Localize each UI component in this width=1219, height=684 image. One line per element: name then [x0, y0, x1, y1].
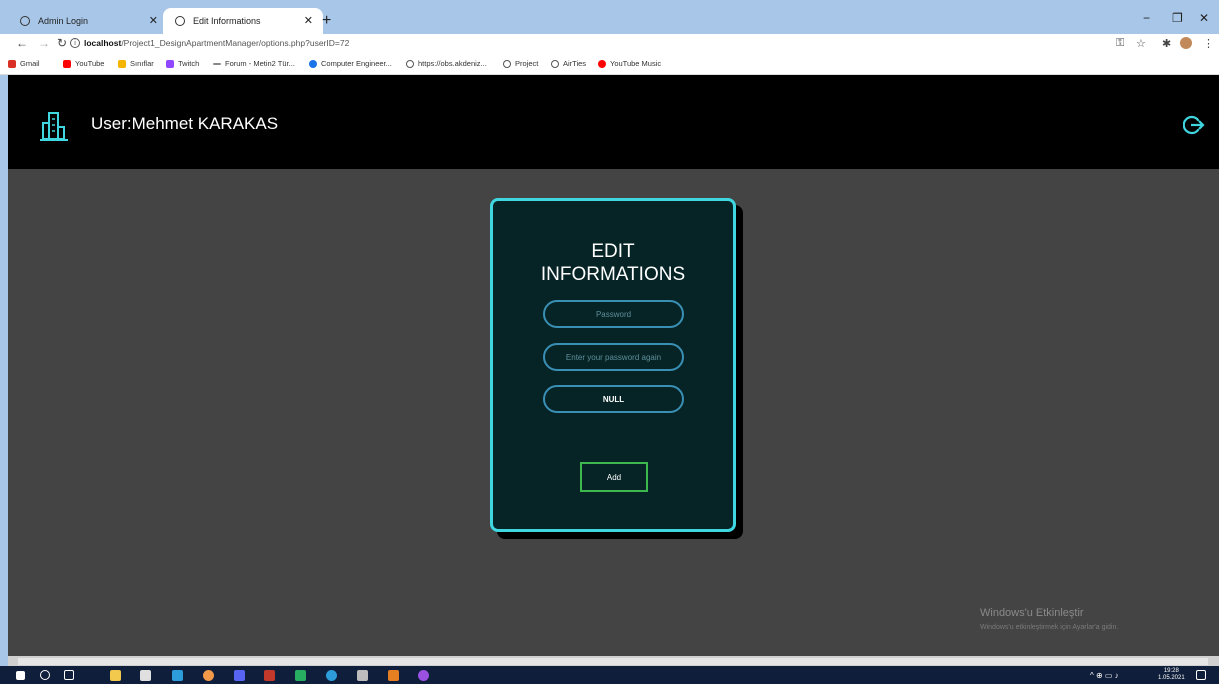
tab-edit-informations[interactable]: Edit Informations ✕ — [163, 8, 323, 34]
sublime-icon[interactable] — [388, 670, 399, 681]
restore-button[interactable]: ❐ — [1172, 11, 1183, 25]
youtube-music-icon — [598, 59, 606, 68]
globe-icon — [175, 16, 185, 26]
gmail-icon — [8, 59, 16, 68]
task-view-icon[interactable] — [64, 670, 74, 680]
scrollbar-thumb[interactable] — [18, 658, 1208, 665]
key-icon[interactable]: ⚿ — [1116, 37, 1124, 50]
close-tab-icon[interactable]: ✕ — [304, 14, 313, 27]
minimize-button[interactable]: − — [1143, 11, 1150, 25]
system-tray-icons[interactable]: ^ ⊕ ▭ ♪ — [1090, 671, 1119, 680]
forum-icon — [213, 62, 221, 65]
extensions-icon[interactable]: ✱ — [1162, 37, 1171, 50]
app-icon[interactable] — [357, 670, 368, 681]
password-input[interactable] — [543, 300, 684, 328]
tab-label: Admin Login — [38, 16, 89, 26]
bookmark-forum[interactable]: Forum - Metin2 Tür... — [213, 59, 295, 68]
address-bar: ← → ↻ i localhost/Project1_DesignApartme… — [0, 34, 1219, 54]
clock[interactable]: 19:28 1.05.2021 — [1158, 668, 1185, 682]
new-tab-button[interactable]: + — [322, 12, 331, 30]
bookmark-twitch[interactable]: Twitch — [166, 59, 199, 68]
app-icon[interactable] — [295, 670, 306, 681]
mail-icon[interactable] — [172, 670, 183, 681]
form-title: EDIT INFORMATIONS — [490, 240, 736, 286]
reload-icon[interactable]: ↻ — [57, 36, 67, 50]
close-window-button[interactable]: ✕ — [1199, 11, 1209, 25]
discord-icon[interactable] — [234, 670, 245, 681]
bookmark-project[interactable]: Project — [503, 59, 538, 68]
building-icon — [40, 112, 68, 141]
globe-icon — [503, 59, 511, 68]
tab-admin-login[interactable]: Admin Login ✕ — [8, 8, 168, 34]
url-host: localhost — [84, 38, 122, 48]
password-again-input[interactable] — [543, 343, 684, 371]
bookmarks-bar: Gmail YouTube Sınıflar Twitch Forum - Me… — [0, 54, 1219, 75]
avatar[interactable] — [1180, 37, 1192, 49]
null-field[interactable] — [543, 385, 684, 413]
app-icon[interactable] — [418, 670, 429, 681]
youtube-icon — [63, 59, 71, 68]
activation-watermark-title: Windows'u Etkinleştir — [980, 607, 1084, 619]
bookmark-gmail[interactable]: Gmail — [8, 59, 40, 68]
chrome-icon[interactable] — [203, 670, 214, 681]
form-title-line2: INFORMATIONS — [540, 264, 686, 285]
browser-tab-strip: Admin Login ✕ Edit Informations ✕ + − ❐ … — [0, 0, 1219, 34]
file-explorer-icon[interactable] — [110, 670, 121, 681]
bookmark-youtube-music[interactable]: YouTube Music — [598, 59, 661, 68]
tab-label: Edit Informations — [193, 16, 261, 26]
add-button[interactable]: Add — [580, 462, 648, 492]
forward-icon[interactable]: → — [38, 36, 50, 50]
notifications-icon[interactable] — [1196, 670, 1206, 680]
store-icon[interactable] — [140, 670, 151, 681]
star-icon[interactable]: ☆ — [1136, 37, 1146, 50]
classroom-icon — [118, 59, 126, 68]
globe-icon — [406, 59, 414, 68]
globe-icon — [551, 59, 559, 68]
bookmark-obs[interactable]: https://obs.akdeniz... — [406, 59, 487, 68]
url-path: /Project1_DesignApartmentManager/options… — [121, 38, 350, 48]
bookmark-siniflar[interactable]: Sınıflar — [118, 59, 154, 68]
menu-icon[interactable]: ⋮ — [1203, 37, 1214, 50]
circle-icon — [309, 59, 317, 68]
windows-start-icon[interactable] — [16, 671, 25, 680]
close-tab-icon[interactable]: ✕ — [149, 14, 158, 27]
activation-watermark-subtitle: Windows'u etkinleştirmek için Ayarlar'a … — [980, 624, 1119, 631]
bookmark-youtube[interactable]: YouTube — [63, 59, 104, 68]
app-icon[interactable] — [264, 670, 275, 681]
bookmark-computer-engineer[interactable]: Computer Engineer... — [309, 59, 392, 68]
twitch-icon — [166, 59, 174, 68]
info-icon[interactable]: i — [70, 38, 80, 48]
user-label: User:Mehmet KARAKAS — [91, 114, 279, 133]
globe-icon — [20, 16, 30, 26]
form-title-line1: EDIT — [591, 241, 635, 262]
search-icon[interactable] — [40, 670, 50, 680]
url-field[interactable]: localhost/Project1_DesignApartmentManage… — [84, 38, 349, 48]
app-icon[interactable] — [326, 670, 337, 681]
bookmark-airties[interactable]: AirTies — [551, 59, 586, 68]
back-icon[interactable]: ← — [16, 36, 28, 50]
logout-icon[interactable] — [1183, 114, 1205, 136]
